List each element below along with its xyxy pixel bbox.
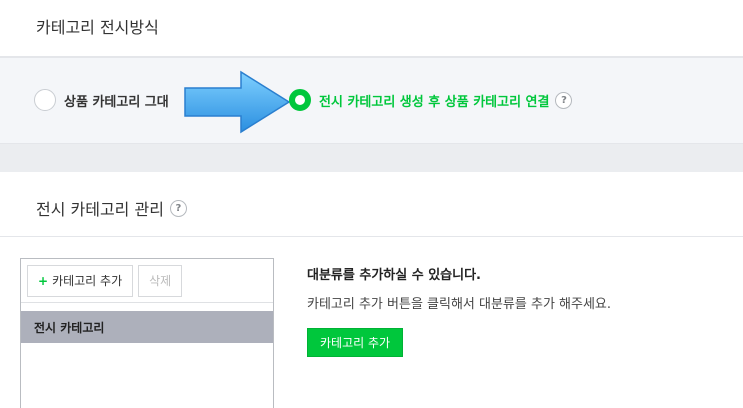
section-gap [0, 144, 743, 172]
category-tree-panel: + 카테고리 추가 삭제 전시 카테고리 [20, 258, 274, 408]
add-category-label: 카테고리 추가 [52, 274, 123, 288]
info-title: 대분류를 추가하실 수 있습니다. [307, 268, 481, 283]
option-label: 전시 카테고리 생성 후 상품 카테고리 연결 [319, 94, 550, 110]
radio-checked-icon[interactable] [289, 89, 311, 111]
display-method-options: 상품 카테고리 그대 전시 카테고리 생성 후 상품 카테고리 연결 ? [0, 57, 743, 144]
radio-unchecked-icon[interactable] [34, 89, 56, 111]
option-display-category[interactable]: 전시 카테고리 생성 후 상품 카테고리 연결 ? [289, 89, 573, 111]
add-category-button[interactable]: + 카테고리 추가 [27, 264, 134, 297]
divider [0, 236, 743, 237]
plus-icon: + [38, 273, 49, 288]
option-product-category[interactable]: 상품 카테고리 그대 [34, 89, 169, 111]
tree-item-display-category[interactable]: 전시 카테고리 [21, 311, 273, 343]
manage-title-text: 전시 카테고리 관리 [36, 200, 164, 219]
add-category-primary-button[interactable]: 카테고리 추가 [307, 328, 404, 357]
option-label: 상품 카테고리 그대 [64, 94, 169, 110]
manage-section-title: 전시 카테고리 관리 ? [36, 196, 187, 220]
delete-button[interactable]: 삭제 [138, 264, 183, 297]
display-method-title: 카테고리 전시방식 [36, 18, 159, 37]
info-description: 카테고리 추가 버튼을 클릭해서 대분류를 추가 해주세요. [307, 297, 612, 312]
help-icon[interactable]: ? [169, 199, 187, 217]
tree-toolbar: + 카테고리 추가 삭제 [21, 259, 273, 303]
arrow-right-icon [184, 70, 291, 134]
help-icon[interactable]: ? [555, 91, 573, 109]
category-info: 대분류를 추가하실 수 있습니다. 카테고리 추가 버튼을 클릭해서 대분류를 … [307, 264, 611, 357]
